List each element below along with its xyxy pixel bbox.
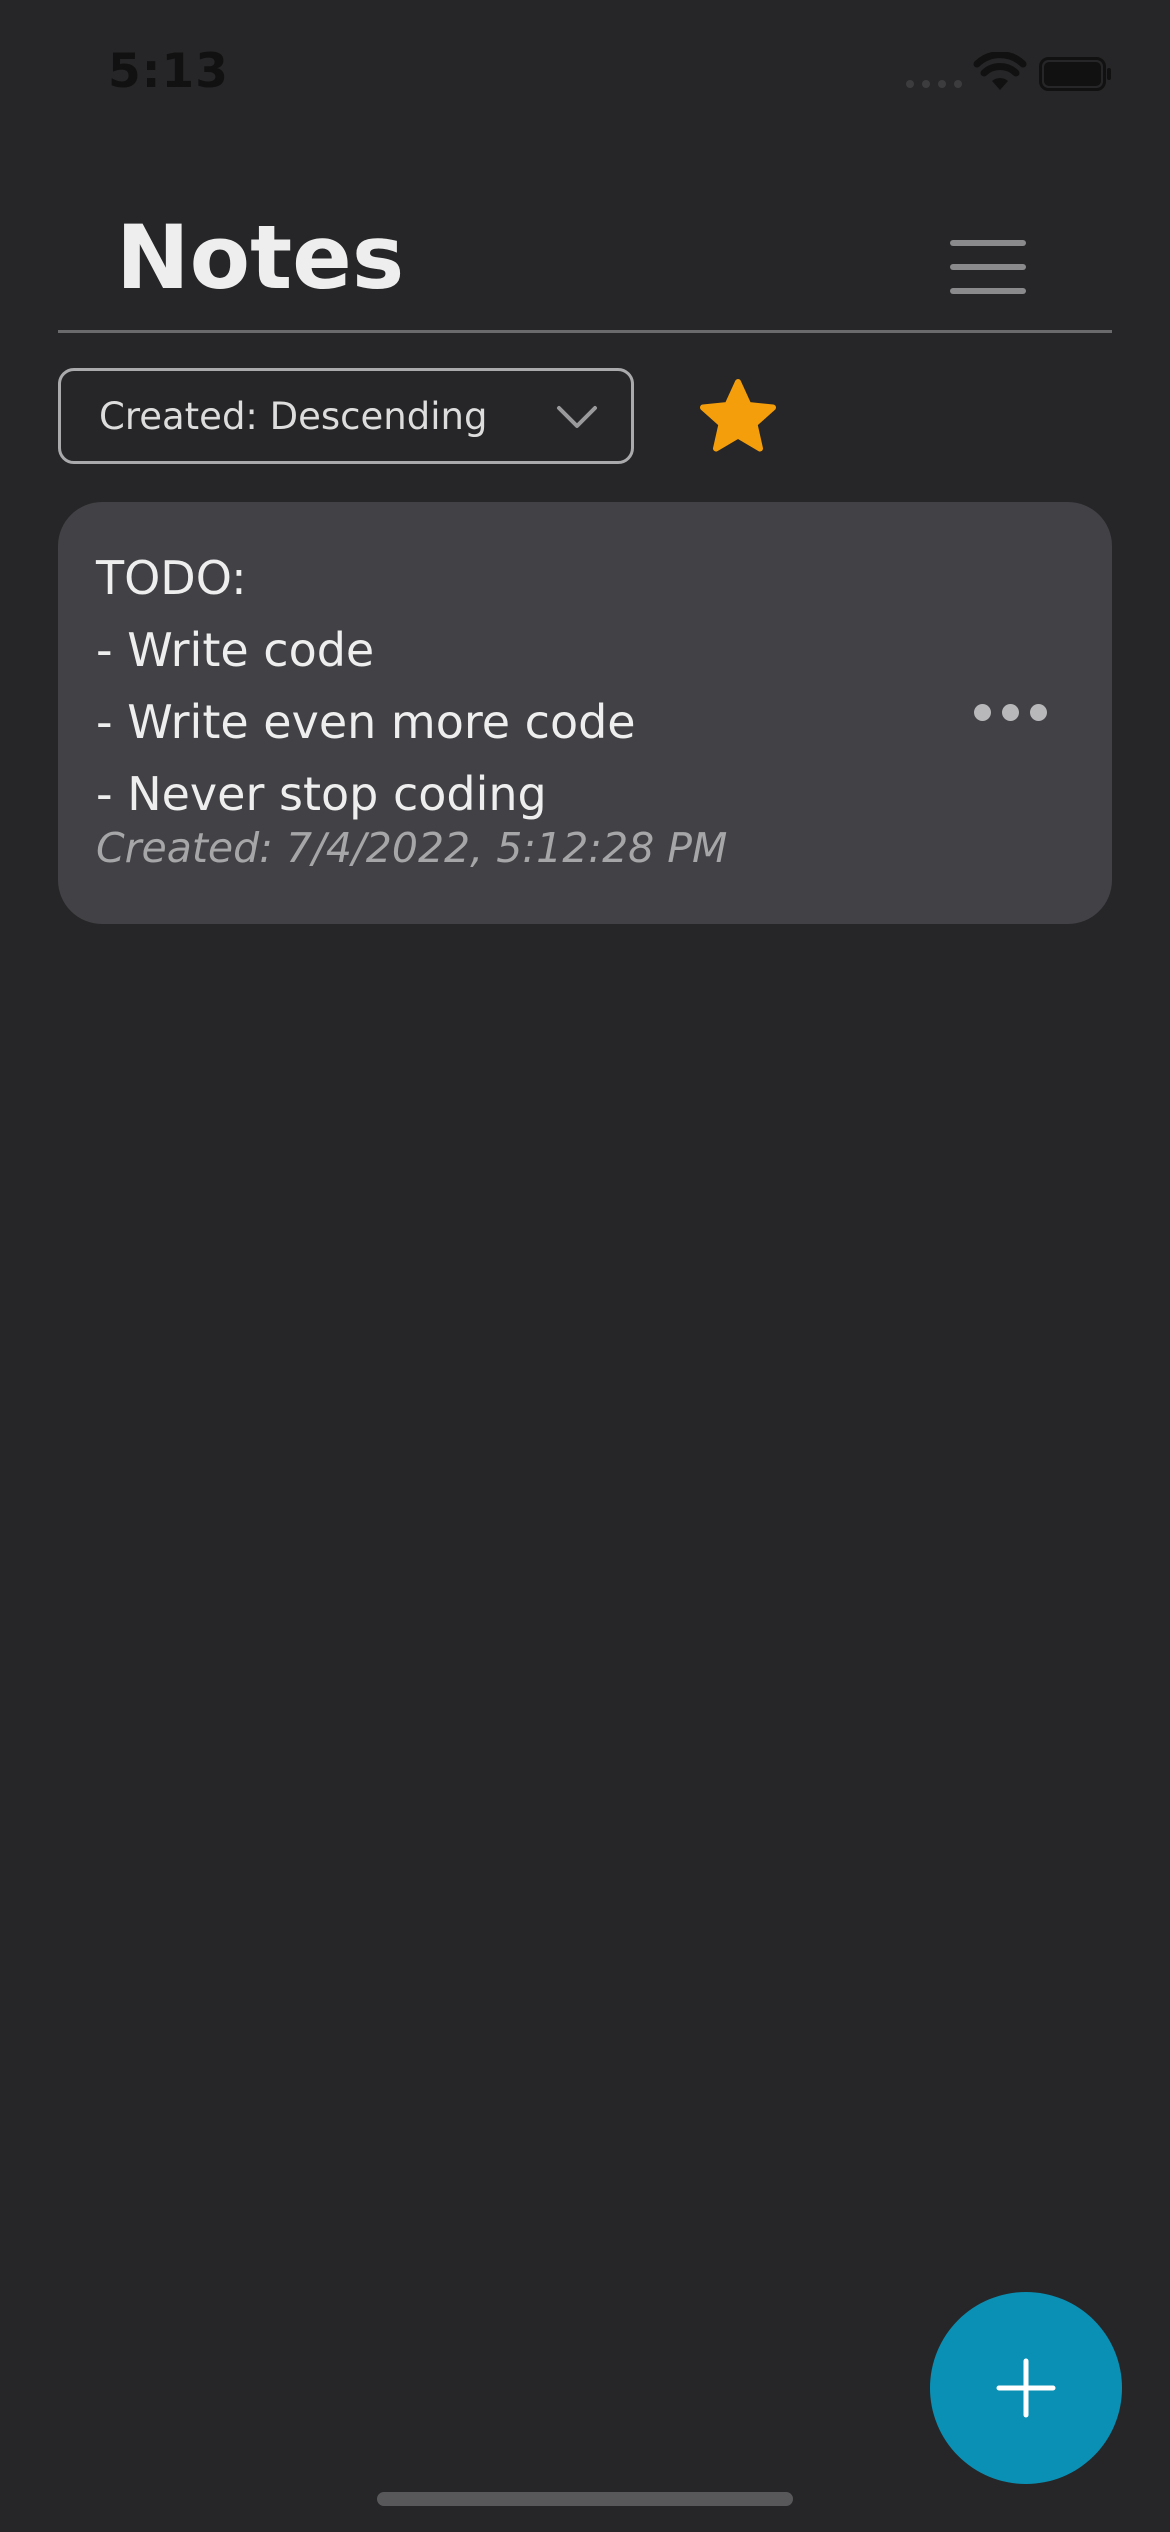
menu-bar [950, 264, 1026, 270]
hamburger-menu-icon[interactable] [950, 240, 1030, 298]
more-dot [1002, 704, 1019, 721]
status-bar: 5:13 [0, 0, 1170, 150]
menu-bar [950, 240, 1026, 246]
page-title: Notes [116, 206, 405, 309]
note-content: TODO: - Write code - Write even more cod… [96, 542, 916, 830]
add-note-button[interactable] [930, 2292, 1122, 2484]
header: Notes [58, 190, 1112, 333]
chevron-down-icon [557, 406, 597, 428]
sort-selected-label: Created: Descending [99, 395, 488, 438]
note-line: - Never stop coding [96, 767, 547, 821]
plus-icon [996, 2358, 1056, 2418]
battery-icon [1039, 57, 1111, 91]
signal-icon [906, 80, 962, 88]
wifi-icon [973, 52, 1027, 90]
menu-bar [950, 288, 1026, 294]
more-horizontal-icon[interactable] [966, 688, 1056, 738]
sort-dropdown[interactable]: Created: Descending [58, 368, 634, 464]
home-indicator[interactable] [377, 2492, 793, 2506]
note-line: - Write code [96, 623, 375, 677]
note-card[interactable]: TODO: - Write code - Write even more cod… [58, 502, 1112, 924]
more-dot [1030, 704, 1047, 721]
note-created-timestamp: Created: 7/4/2022, 5:12:28 PM [96, 824, 728, 872]
status-time: 5:13 [108, 44, 229, 99]
notes-screen: 5:13 Notes Created: Descending TODO: - W… [0, 0, 1170, 2532]
star-icon[interactable] [696, 376, 780, 460]
more-dot [974, 704, 991, 721]
note-line: - Write even more code [96, 695, 636, 749]
note-line: TODO: [96, 551, 247, 605]
